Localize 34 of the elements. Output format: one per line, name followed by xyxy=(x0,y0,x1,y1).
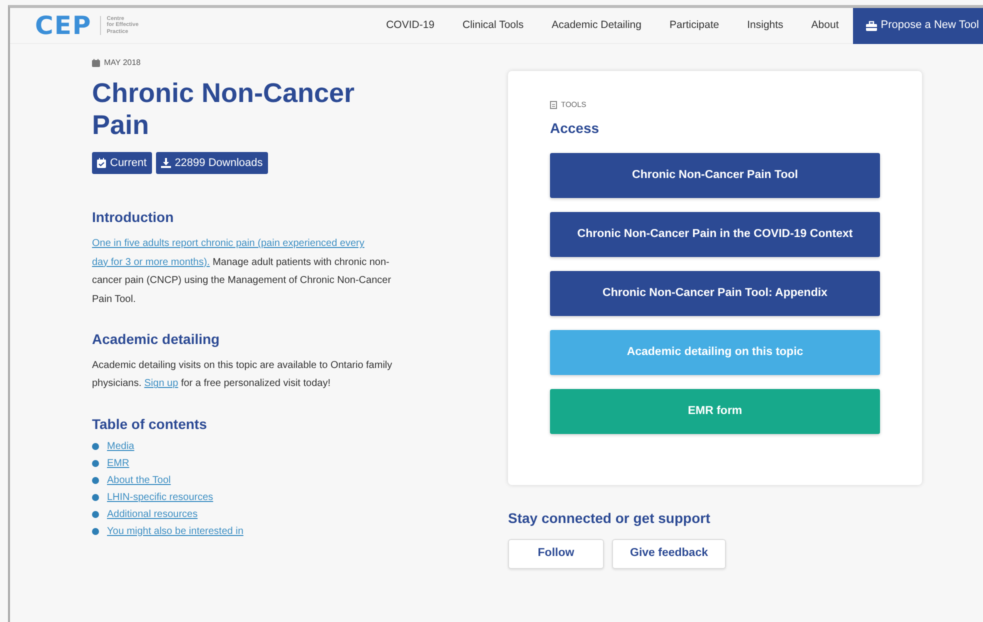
nav-link[interactable]: Insights xyxy=(733,18,798,34)
page-title: Chronic Non-Cancer Pain xyxy=(92,77,356,142)
status-badge: Current xyxy=(92,152,152,174)
feedback-button[interactable]: Give feedback xyxy=(612,538,726,569)
section-heading: Academic detailing xyxy=(92,331,221,348)
bullet-icon xyxy=(92,511,99,518)
nav-link[interactable]: Participate xyxy=(656,18,734,34)
tool-button[interactable]: Chronic Non-Cancer Pain Tool: Appendix xyxy=(550,271,880,316)
downloads-badge: 22899 Downloads xyxy=(156,152,268,174)
bullet-icon xyxy=(92,443,99,450)
nav-link[interactable]: Academic Detailing xyxy=(538,18,656,34)
section-heading: Table of contents xyxy=(92,416,208,433)
bullet-icon xyxy=(92,494,99,502)
document-icon xyxy=(550,100,557,109)
card-heading: Access xyxy=(550,120,600,138)
intro-paragraph: One in five adults report chronic pain (pain experienced every day for 3 or more months). Manage adult patients with chronic non-cancer pain (CNCP) using the Management of Chronic Non-Cancer Pain Tool. xyxy=(92,237,392,307)
detailing-paragraph: Academic detailing visits on this topic are available to Ontario family physicians. Sign up for a free personalized visit today! xyxy=(92,358,394,392)
section-heading: Stay connected or get support xyxy=(508,510,712,527)
tool-button[interactable]: Chronic Non-Cancer Pain Tool xyxy=(550,153,880,198)
nav-link[interactable]: About xyxy=(797,18,853,34)
calendar-check-icon xyxy=(97,158,106,168)
follow-button[interactable]: Follow xyxy=(508,538,604,569)
section-heading: Introduction xyxy=(92,209,175,226)
bullet-icon xyxy=(92,477,99,484)
toolbox-icon xyxy=(866,20,877,30)
download-icon xyxy=(160,158,171,168)
nav-link[interactable]: Clinical Tools xyxy=(448,18,538,34)
propose-tool-button[interactable]: Propose a New Tool xyxy=(852,8,983,44)
bullet-icon xyxy=(92,460,99,468)
bullet-icon xyxy=(92,528,99,536)
publish-date: MAY 2018 xyxy=(104,57,141,69)
tool-button[interactable]: Chronic Non-Cancer Pain in the COVID-19 Context xyxy=(550,212,880,258)
nav-link[interactable]: COVID-19 xyxy=(372,18,449,34)
calendar-icon xyxy=(92,59,100,67)
